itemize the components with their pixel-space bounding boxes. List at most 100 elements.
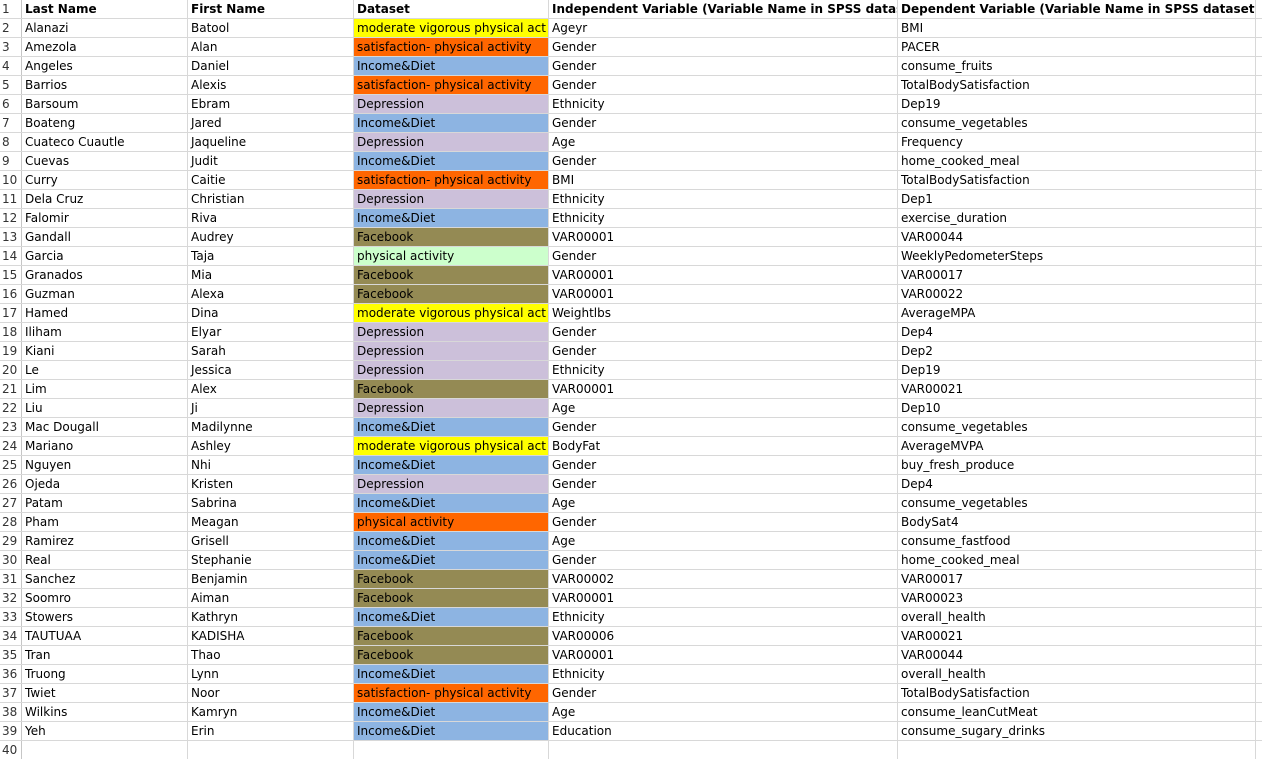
cell-last-name[interactable]: Patam (22, 494, 188, 512)
empty-cell[interactable] (1256, 399, 1262, 417)
table-row[interactable]: 6 Barsoum Ebram Depression Ethnicity Dep19 (0, 95, 1262, 114)
table-row[interactable]: 22 Liu Ji Depression Age Dep10 (0, 399, 1262, 418)
cell-last-name[interactable]: Boateng (22, 114, 188, 132)
cell-first-name[interactable]: Stephanie (188, 551, 354, 569)
table-row[interactable]: 12 Falomir Riva Income&Diet Ethnicity exercis… (0, 209, 1262, 228)
cell-independent-variable[interactable]: Education (549, 722, 898, 740)
cell-first-name[interactable]: Jaqueline (188, 133, 354, 151)
cell-first-name[interactable]: Audrey (188, 228, 354, 246)
cell-dataset[interactable]: Facebook (354, 266, 549, 284)
table-row[interactable]: 38 Wilkins Kamryn Income&Diet Age consume_lea… (0, 703, 1262, 722)
cell-first-name[interactable]: Jared (188, 114, 354, 132)
row-number[interactable]: 3 (0, 38, 22, 56)
row-number[interactable]: 22 (0, 399, 22, 417)
row-number[interactable]: 5 (0, 76, 22, 94)
cell-dataset[interactable]: Income&Diet (354, 665, 549, 683)
row-number[interactable]: 24 (0, 437, 22, 455)
cell-independent-variable[interactable]: Gender (549, 152, 898, 170)
row-number[interactable]: 13 (0, 228, 22, 246)
row-number[interactable]: 20 (0, 361, 22, 379)
cell-last-name[interactable]: Hamed (22, 304, 188, 322)
table-row[interactable]: 10 Curry Caitie satisfaction- physical acti… (0, 171, 1262, 190)
empty-cell[interactable] (1256, 133, 1262, 151)
cell-last-name[interactable]: Nguyen (22, 456, 188, 474)
empty-cell[interactable] (1256, 76, 1262, 94)
row-number[interactable]: 36 (0, 665, 22, 683)
cell-dependent-variable[interactable]: buy_fresh_produce (898, 456, 1256, 474)
cell-independent-variable[interactable]: Age (549, 133, 898, 151)
table-row[interactable]: 7 Boateng Jared Income&Diet Gender consume_ve… (0, 114, 1262, 133)
cell-first-name[interactable]: Nhi (188, 456, 354, 474)
cell-first-name[interactable]: Caitie (188, 171, 354, 189)
table-row[interactable]: 30 Real Stephanie Income&Diet Gender home_coo… (0, 551, 1262, 570)
cell-first-name[interactable]: Taja (188, 247, 354, 265)
table-row-empty[interactable]: 40 (0, 741, 1262, 759)
cell-independent-variable[interactable]: BodyFat (549, 437, 898, 455)
row-number[interactable]: 19 (0, 342, 22, 360)
cell-first-name[interactable]: Ebram (188, 95, 354, 113)
empty-cell[interactable] (1256, 209, 1262, 227)
cell-dataset[interactable]: Facebook (354, 228, 549, 246)
cell-first-name[interactable]: Noor (188, 684, 354, 702)
cell-dataset[interactable]: Depression (354, 342, 549, 360)
cell-independent-variable[interactable]: VAR00001 (549, 285, 898, 303)
cell-dataset[interactable]: satisfaction- physical activity (354, 684, 549, 702)
empty-cell[interactable] (1256, 361, 1262, 379)
cell-last-name[interactable]: Ramirez (22, 532, 188, 550)
empty-cell[interactable] (1256, 551, 1262, 569)
cell-independent-variable[interactable]: Age (549, 703, 898, 721)
cell-dataset[interactable]: physical activity (354, 513, 549, 531)
table-row[interactable]: 17 Hamed Dina moderate vigorous physical ac… (0, 304, 1262, 323)
cell-dependent-variable[interactable]: exercise_duration (898, 209, 1256, 227)
row-number[interactable]: 30 (0, 551, 22, 569)
cell-dependent-variable[interactable]: VAR00023 (898, 589, 1256, 607)
empty-cell[interactable] (1256, 475, 1262, 493)
cell-independent-variable[interactable]: Gender (549, 76, 898, 94)
empty-cell[interactable] (1256, 627, 1262, 645)
cell-dataset[interactable]: Income&Diet (354, 57, 549, 75)
cell-dependent-variable[interactable]: Dep2 (898, 342, 1256, 360)
table-row[interactable]: 37 Twiet Noor satisfaction- physical activi… (0, 684, 1262, 703)
cell-dependent-variable[interactable]: VAR00044 (898, 228, 1256, 246)
cell-last-name[interactable]: Real (22, 551, 188, 569)
cell-independent-variable[interactable]: Age (549, 532, 898, 550)
cell-dependent-variable[interactable]: VAR00017 (898, 266, 1256, 284)
cell-dependent-variable[interactable]: consume_vegetables (898, 418, 1256, 436)
cell-dataset[interactable]: Facebook (354, 627, 549, 645)
cell-last-name[interactable]: Pham (22, 513, 188, 531)
cell-dependent-variable[interactable]: TotalBodySatisfaction (898, 76, 1256, 94)
table-row[interactable]: 39 Yeh Erin Income&Diet Education consume_sug… (0, 722, 1262, 741)
empty-cell[interactable] (1256, 0, 1262, 18)
table-row[interactable]: 16 Guzman Alexa Facebook VAR00001 VAR00022 (0, 285, 1262, 304)
empty-cell[interactable] (1256, 722, 1262, 740)
cell-dependent-variable[interactable]: consume_fastfood (898, 532, 1256, 550)
cell-independent-variable[interactable]: Gender (549, 323, 898, 341)
empty-cell[interactable] (1256, 741, 1262, 759)
cell-dataset[interactable]: Depression (354, 399, 549, 417)
cell-independent-variable[interactable]: VAR00001 (549, 380, 898, 398)
cell-dataset[interactable]: Income&Diet (354, 456, 549, 474)
cell-first-name[interactable]: Ji (188, 399, 354, 417)
cell-dependent-variable[interactable]: PACER (898, 38, 1256, 56)
cell-first-name[interactable]: Elyar (188, 323, 354, 341)
empty-cell[interactable] (898, 741, 1256, 759)
header-first-name[interactable]: First Name (188, 0, 354, 18)
cell-dataset[interactable]: moderate vigorous physical act (354, 304, 549, 322)
empty-cell[interactable] (1256, 456, 1262, 474)
row-number[interactable]: 6 (0, 95, 22, 113)
cell-last-name[interactable]: Dela Cruz (22, 190, 188, 208)
empty-cell[interactable] (549, 741, 898, 759)
empty-cell[interactable] (1256, 152, 1262, 170)
cell-last-name[interactable]: Guzman (22, 285, 188, 303)
cell-last-name[interactable]: Stowers (22, 608, 188, 626)
cell-dependent-variable[interactable]: Frequency (898, 133, 1256, 151)
cell-last-name[interactable]: Garcia (22, 247, 188, 265)
cell-dataset[interactable]: satisfaction- physical activity (354, 76, 549, 94)
row-number[interactable]: 16 (0, 285, 22, 303)
cell-first-name[interactable]: Sarah (188, 342, 354, 360)
cell-dataset[interactable]: Income&Diet (354, 703, 549, 721)
cell-first-name[interactable]: Kamryn (188, 703, 354, 721)
cell-last-name[interactable]: Sanchez (22, 570, 188, 588)
cell-last-name[interactable]: TAUTUAA (22, 627, 188, 645)
cell-dataset[interactable]: moderate vigorous physical act (354, 437, 549, 455)
